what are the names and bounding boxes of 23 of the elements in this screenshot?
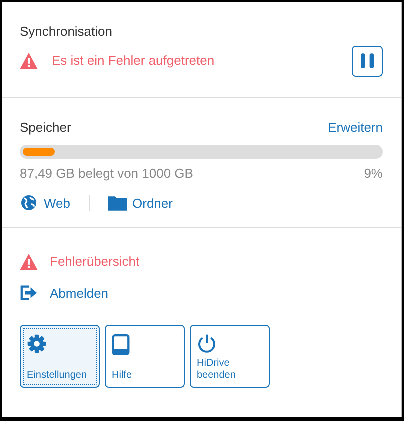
expand-link[interactable]: Erweitern xyxy=(328,118,383,137)
globe-icon xyxy=(20,194,38,212)
storage-link[interactable]: Web xyxy=(20,194,70,213)
tablet-icon xyxy=(112,334,130,356)
storage-link[interactable]: Ordner xyxy=(108,194,173,213)
folder-icon xyxy=(108,195,126,212)
storage-usage: 87,49 GB belegt von 1000 GB xyxy=(20,165,194,183)
gear-icon xyxy=(27,334,47,354)
error-message: Es ist ein Fehler aufgetreten xyxy=(52,52,215,70)
tile-button[interactable]: HiDrive beenden xyxy=(190,325,270,388)
section-title: Synchronisation xyxy=(20,23,114,41)
tile-button[interactable]: Hilfe xyxy=(105,325,185,388)
storage-percent: 9% xyxy=(364,165,383,183)
pause-button[interactable] xyxy=(352,46,383,76)
pause-icon xyxy=(361,53,374,69)
section-title: Speicher xyxy=(20,118,72,137)
warning-icon xyxy=(20,53,38,69)
power-icon xyxy=(197,334,217,354)
tile-button[interactable]: Einstellungen xyxy=(20,325,100,388)
menu-item[interactable]: Fehlerübersicht xyxy=(20,252,383,272)
menu-item[interactable]: Abmelden xyxy=(20,284,383,303)
logout-icon xyxy=(20,285,38,302)
warning-icon xyxy=(20,254,38,270)
